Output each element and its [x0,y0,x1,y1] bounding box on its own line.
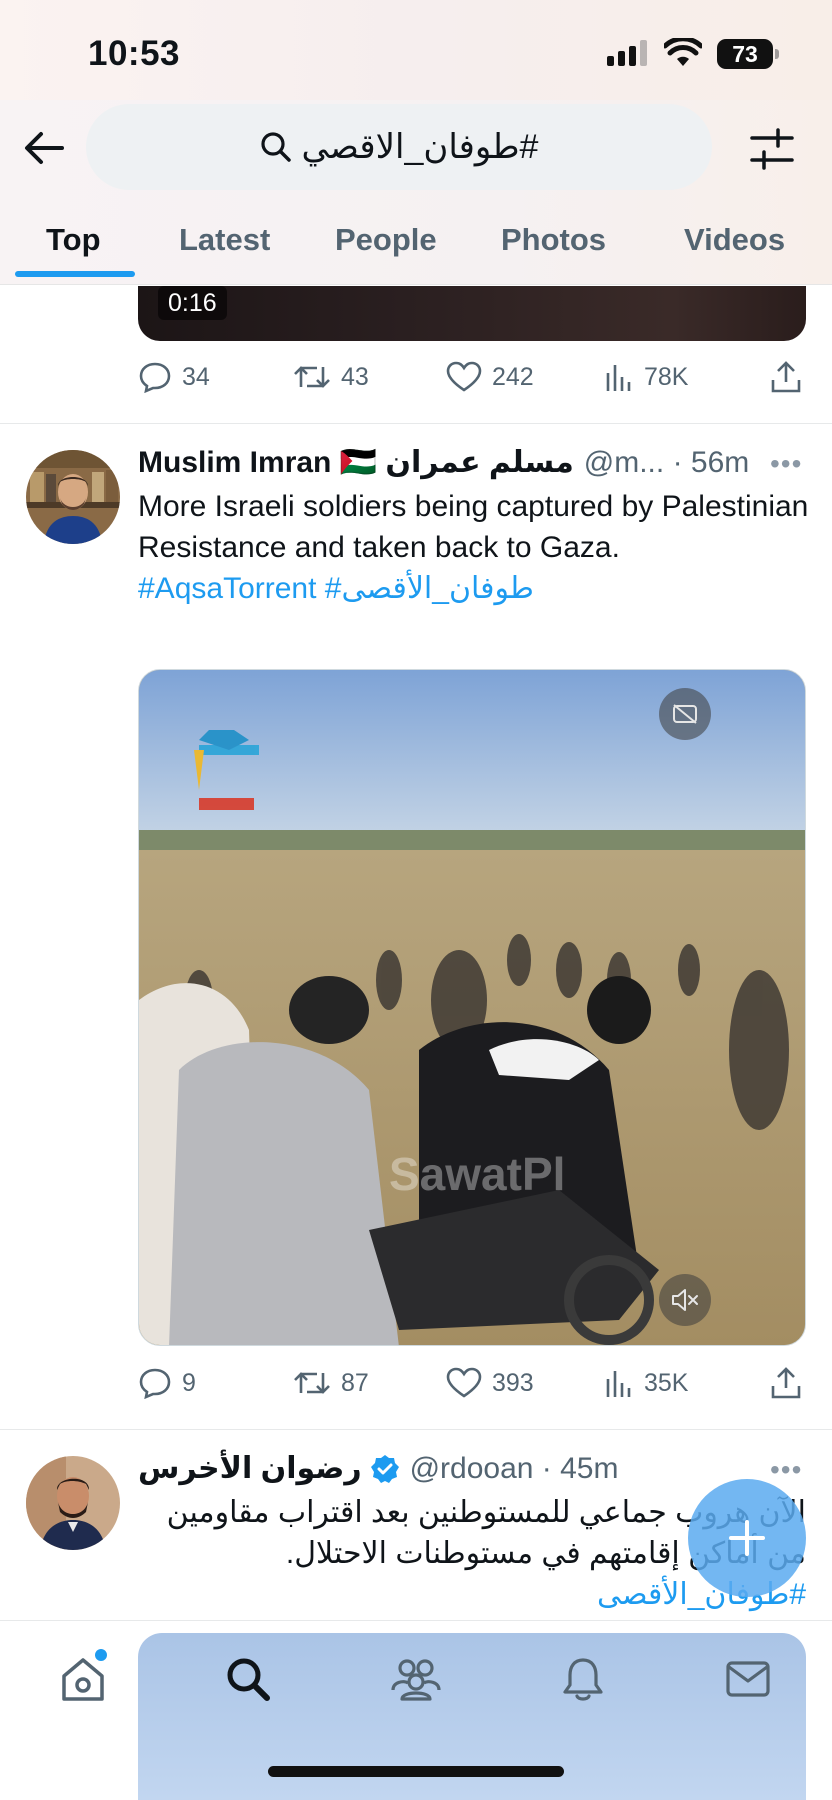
status-time: 10:53 [88,34,181,73]
reply-icon [139,1368,171,1399]
search-header: #طوفان_الاقصي Top Latest People Photos V… [0,100,832,285]
reply-button[interactable]: 9 [138,1367,196,1399]
search-input[interactable]: #طوفان_الاقصي [86,104,712,190]
active-tab-indicator [15,271,135,277]
author-handle[interactable]: @rdooan · 45m [410,1452,619,1486]
views-icon [606,1371,631,1397]
tweet-text: More Israeli soldiers being captured by … [138,486,814,609]
like-icon [446,1367,482,1398]
previous-tweet-video[interactable]: 0:16 [138,286,806,341]
wifi-icon [664,38,702,66]
tweet-body: More Israeli soldiers being captured by … [138,490,809,564]
explore-icon [227,1658,270,1701]
avatar[interactable] [26,450,120,544]
tweet-divider [0,423,832,424]
search-query: #طوفان_الاقصي [301,128,539,166]
tweet-video[interactable]: SawatPl [138,669,806,1346]
search-icon [260,132,291,162]
author-handle[interactable]: @m... · 56m [584,446,749,480]
share-button[interactable] [770,360,802,394]
home-notification-dot [95,1649,107,1661]
like-button[interactable]: 393 [446,1367,534,1399]
share-icon [771,361,801,393]
mute-icon [672,1289,698,1311]
tweet-hashtags[interactable]: #AqsaTorrent #طوفان_الأقصى [138,572,534,605]
views-button[interactable]: 78K [604,361,688,393]
video-duration: 0:16 [158,286,227,320]
nav-explore[interactable] [220,1651,276,1707]
home-icon [62,1658,104,1701]
notifications-icon [563,1658,603,1701]
cellular-signal-icon [607,40,647,66]
views-count: 78K [644,362,689,391]
video-watermark: SawatPl [389,1148,565,1200]
back-arrow-icon [25,132,64,164]
views-count: 35K [644,1368,689,1397]
messages-icon [726,1661,770,1697]
reply-count: 9 [182,1368,196,1397]
status-bar: 10:53 73 [0,0,832,100]
previous-tweet-actions: 34 43 242 78K [138,357,814,397]
battery-indicator: 73 [717,39,779,69]
reply-button[interactable]: 34 [138,361,210,393]
tab-people[interactable]: People [335,222,437,258]
author-name[interactable]: Muslim Imran 🇵🇸 مسلم عمران [138,445,574,480]
nav-communities[interactable] [388,1651,444,1707]
repost-icon [294,1372,330,1394]
reply-count: 34 [182,362,210,391]
bottom-navigation [0,1620,832,1800]
video-frame: SawatPl [139,670,805,1345]
battery-level: 73 [732,40,758,67]
tab-videos[interactable]: Videos [684,222,785,258]
verified-icon [370,1454,399,1483]
captions-icon [673,704,697,724]
like-button[interactable]: 242 [446,361,534,393]
compose-button[interactable] [688,1479,806,1597]
views-button[interactable]: 35K [604,1367,688,1399]
reply-icon [139,362,171,393]
like-icon [446,361,482,392]
repost-button[interactable]: 43 [293,361,369,393]
author-name[interactable]: رضوان الأخرس [138,1451,362,1486]
tweet-actions: 9 87 393 35K [138,1363,814,1403]
nav-notifications[interactable] [555,1651,611,1707]
mute-button[interactable] [659,1274,711,1326]
tab-top[interactable]: Top [46,222,101,258]
tab-photos[interactable]: Photos [501,222,606,258]
tab-latest[interactable]: Latest [179,222,270,258]
repost-icon [294,366,330,388]
tweet-divider [0,1429,832,1430]
home-indicator[interactable] [268,1766,564,1777]
nav-messages[interactable] [720,1651,776,1707]
search-filter-button[interactable] [746,124,798,174]
tweet-header: Muslim Imran 🇵🇸 مسلم عمران @m... · 56m [138,445,749,480]
views-icon [606,365,631,391]
compose-plus-icon [729,1520,765,1556]
back-button[interactable] [20,126,68,170]
share-icon [771,1367,801,1399]
like-count: 242 [492,362,534,391]
tweet-header: رضوان الأخرس @rdooan · 45m [138,1451,618,1486]
communities-icon [391,1659,441,1701]
share-button[interactable] [770,1366,802,1400]
repost-count: 87 [341,1368,369,1397]
repost-button[interactable]: 87 [293,1367,369,1399]
more-icon[interactable]: ••• [770,1454,802,1486]
more-icon[interactable]: ••• [770,448,802,480]
avatar[interactable] [26,1456,120,1550]
captions-button[interactable] [659,688,711,740]
repost-count: 43 [341,362,369,391]
filter-sliders-icon [750,128,794,170]
like-count: 393 [492,1368,534,1397]
